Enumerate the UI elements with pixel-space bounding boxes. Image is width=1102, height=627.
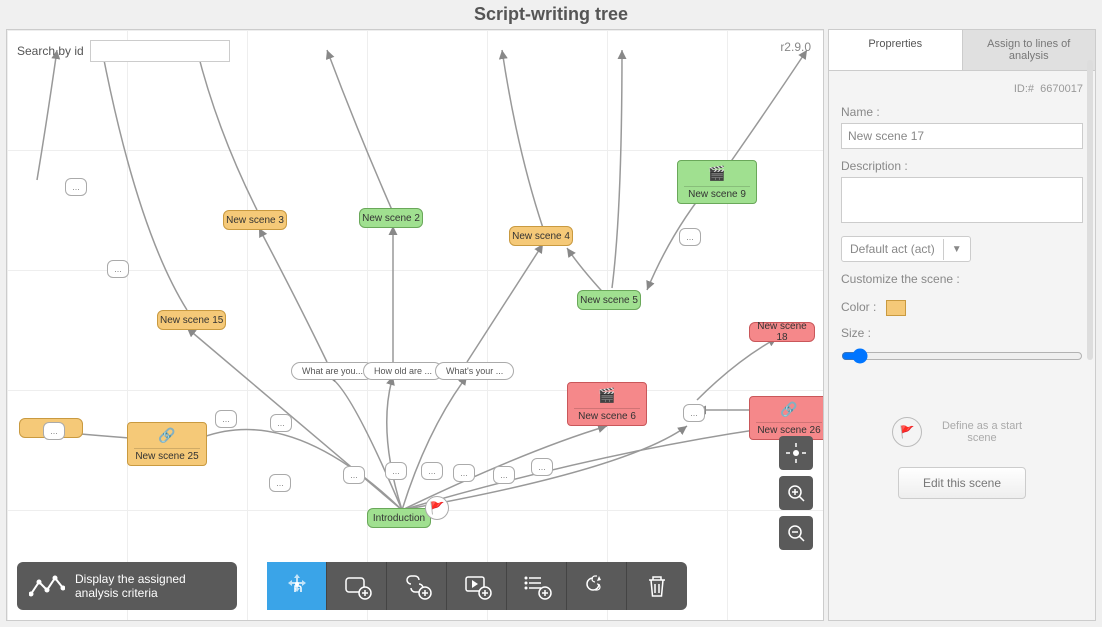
scene-node-9[interactable]: 🎬 New scene 9 [677,160,757,204]
scene-label: New scene 25 [135,451,198,462]
name-input[interactable] [841,123,1083,149]
question-pill-1[interactable]: What are you... [291,362,374,380]
size-label: Size : [841,326,1083,340]
collapse-dot[interactable]: ... [531,458,553,476]
scene-node-18[interactable]: New scene 18 [749,322,815,342]
scene-node-3[interactable]: New scene 3 [223,210,287,230]
scene-node-4[interactable]: New scene 4 [509,226,573,246]
color-label: Color : [841,300,876,314]
act-select[interactable]: Default act (act) ▼ [841,236,971,262]
scene-node-2[interactable]: New scene 2 [359,208,423,228]
collapse-dot[interactable]: ... [679,228,701,246]
zoom-in-button[interactable] [779,476,813,510]
color-swatch[interactable] [886,300,906,316]
start-scene-row[interactable]: 🚩 Define as a start scene [841,417,1083,447]
collapse-dot[interactable]: ... [65,178,87,196]
chevron-down-icon: ▼ [943,239,970,260]
collapse-dot[interactable]: ... [269,474,291,492]
page-title: Script-writing tree [0,0,1102,29]
scene-label: New scene 9 [688,189,746,200]
question-pill-2[interactable]: How old are ... [363,362,443,380]
search-input[interactable] [90,40,230,62]
collapse-dot[interactable]: ... [43,422,65,440]
scrollbar[interactable] [1087,60,1093,360]
link-icon: 🔗 [158,427,175,444]
scene-node-26[interactable]: 🔗 New scene 26 [749,396,824,440]
film-icon: 🎬 [708,165,725,182]
tool-add-link-button[interactable] [387,562,447,610]
tool-add-list-button[interactable] [507,562,567,610]
search-label: Search by id [17,44,84,58]
id-row: ID:# 6670017 [841,83,1083,95]
version-label: r2.9.0 [780,40,811,54]
film-icon: 🎬 [598,387,615,404]
scene-node-25[interactable]: 🔗 New scene 25 [127,422,207,466]
criteria-icon [29,574,65,598]
properties-panel: ID:# 6670017 Name : Description : Defaul… [829,71,1095,620]
toolbar [267,562,687,610]
tab-properties[interactable]: Proprerties [829,30,963,70]
collapse-dot[interactable]: ... [683,404,705,422]
scene-node-15[interactable]: New scene 15 [157,310,226,330]
act-select-label: Default act (act) [842,237,943,261]
tab-assign[interactable]: Assign to lines of analysis [963,30,1096,70]
zoom-out-button[interactable] [779,516,813,550]
zoom-center-button[interactable] [779,436,813,470]
size-slider[interactable] [841,348,1083,364]
link-icon: 🔗 [780,401,797,418]
scene-node-5[interactable]: New scene 5 [577,290,641,310]
collapse-dot[interactable]: ... [343,466,365,484]
flag-icon: 🚩 [892,417,922,447]
zoom-controls [779,436,813,550]
main-layout: Search by id r2.9.0 [0,29,1102,627]
collapse-dot[interactable]: ... [493,466,515,484]
collapse-dot[interactable]: ... [107,260,129,278]
start-scene-label: Define as a start scene [932,420,1032,444]
collapse-dot[interactable]: ... [270,414,292,432]
tool-relink-button[interactable] [567,562,627,610]
collapse-dot[interactable]: ... [385,462,407,480]
collapse-dot[interactable]: ... [421,462,443,480]
name-label: Name : [841,105,1083,119]
description-input[interactable] [841,177,1083,223]
customize-label: Customize the scene : [841,272,1083,286]
sidebar-tabs: Proprerties Assign to lines of analysis [829,30,1095,71]
scene-label: New scene 26 [757,425,820,436]
edges-layer [7,30,823,620]
criteria-label: Display the assigned analysis criteria [75,572,225,600]
description-label: Description : [841,159,1083,173]
properties-sidebar: Proprerties Assign to lines of analysis … [828,29,1096,621]
search-bar: Search by id [17,40,230,62]
tool-add-scene-button[interactable] [327,562,387,610]
scene-label: New scene 6 [578,411,636,422]
edit-scene-button[interactable]: Edit this scene [898,467,1026,499]
scene-node-6[interactable]: 🎬 New scene 6 [567,382,647,426]
scene-node-intro[interactable]: Introduction [367,508,431,528]
start-flag-marker[interactable]: 🚩 [425,496,449,520]
question-pill-3[interactable]: What's your ... [435,362,514,380]
tool-add-media-button[interactable] [447,562,507,610]
collapse-dot[interactable]: ... [453,464,475,482]
collapse-dot[interactable]: ... [215,410,237,428]
tool-move-button[interactable] [267,562,327,610]
tool-delete-button[interactable] [627,562,687,610]
display-criteria-button[interactable]: Display the assigned analysis criteria [17,562,237,610]
canvas[interactable]: Search by id r2.9.0 [6,29,824,621]
